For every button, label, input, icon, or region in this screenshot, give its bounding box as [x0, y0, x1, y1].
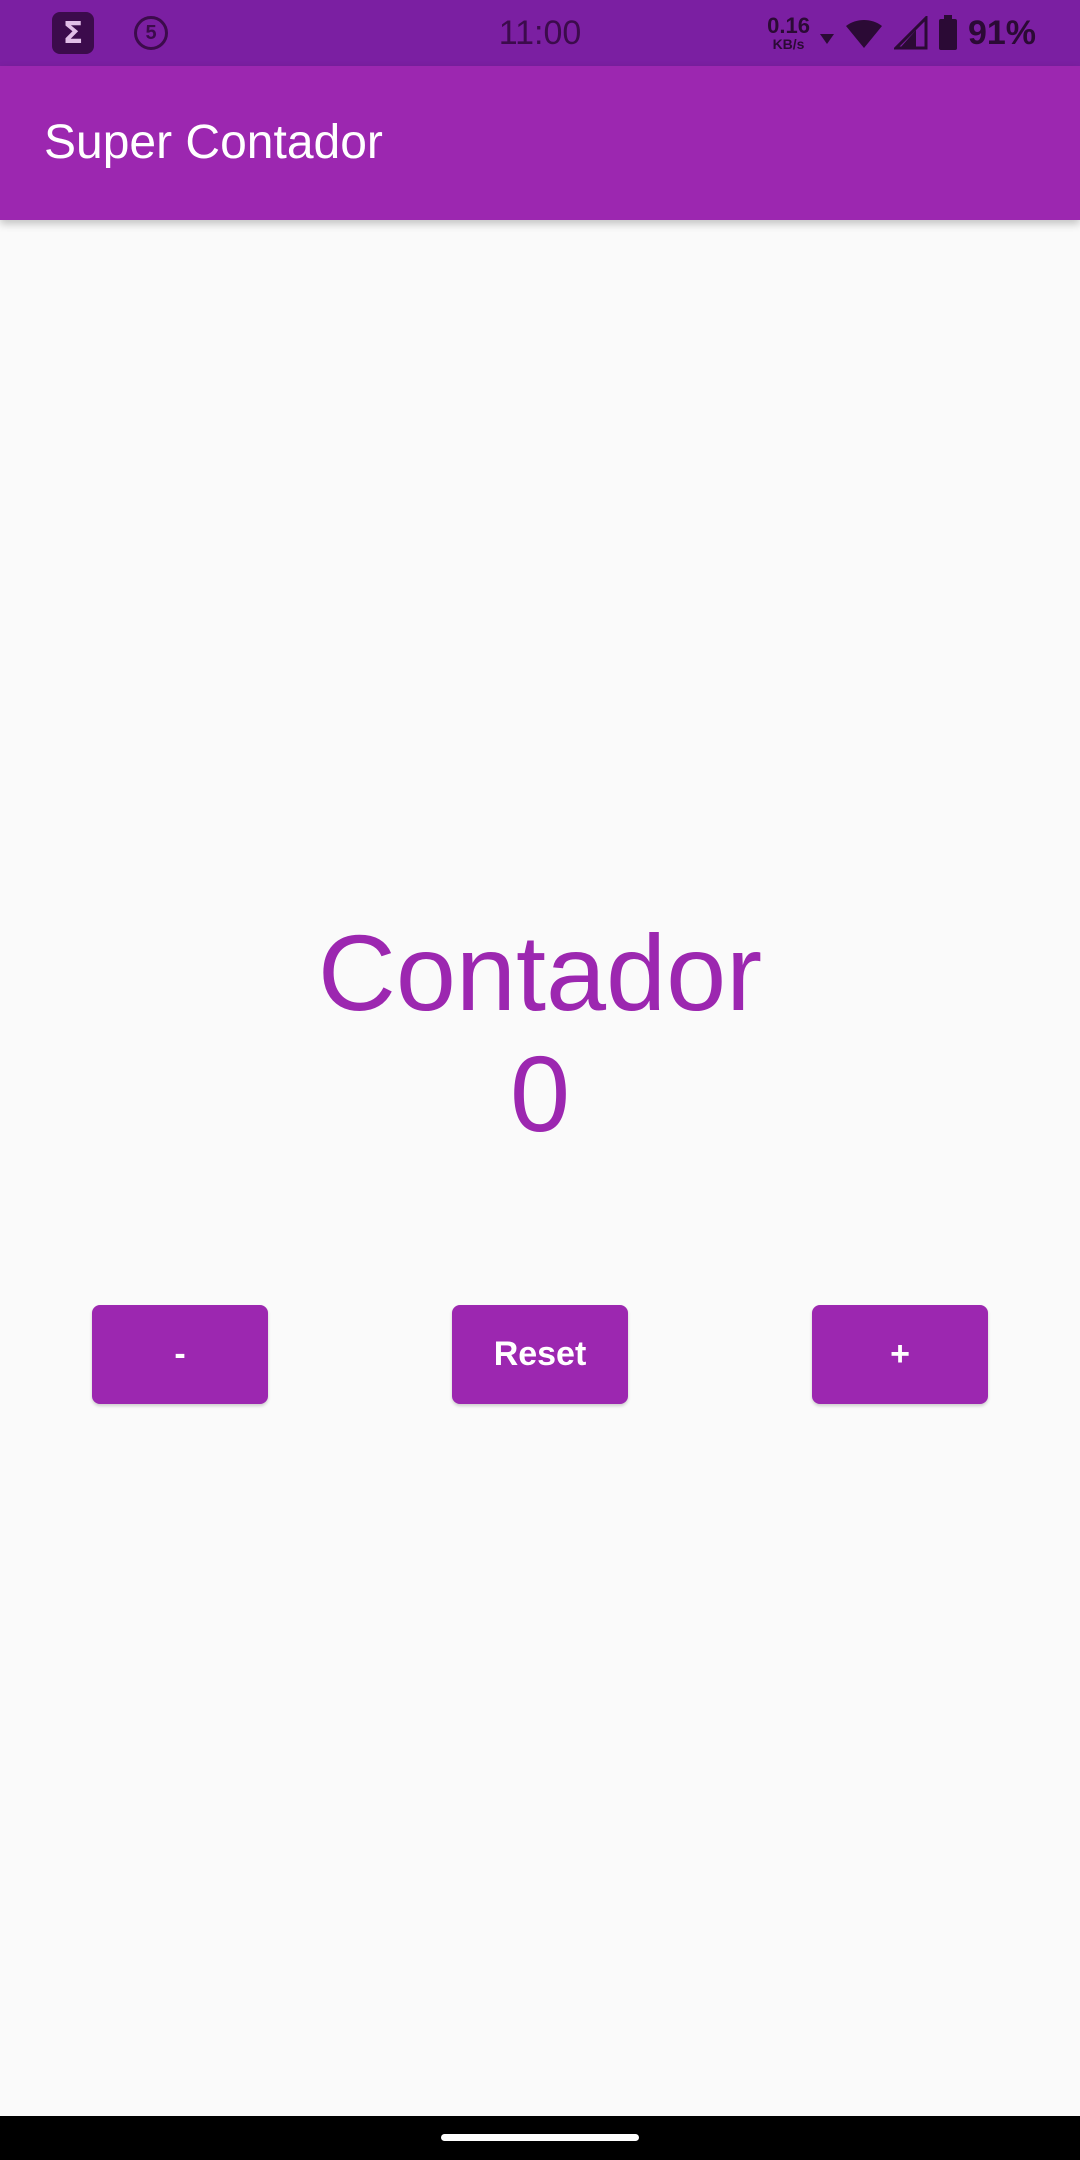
network-speed-value: 0.16	[767, 13, 810, 38]
status-bar: Σ 5 11:00 0.16 KB/s 91%	[0, 0, 1080, 66]
download-arrow-icon	[819, 34, 834, 44]
decrement-button[interactable]: -	[92, 1305, 268, 1404]
network-speed: 0.16 KB/s	[767, 13, 810, 52]
wifi-icon	[845, 20, 882, 48]
counter-value: 0	[509, 1033, 571, 1154]
battery-percent: 91%	[967, 14, 1036, 52]
reset-button[interactable]: Reset	[452, 1305, 628, 1404]
status-right-icons: 0.16 KB/s 91%	[767, 10, 1036, 56]
network-speed-unit: KB/s	[772, 36, 805, 52]
signal-icon	[893, 16, 928, 50]
home-indicator[interactable]	[441, 2134, 639, 2141]
battery-icon	[938, 15, 957, 50]
app-title: Super Contador	[44, 116, 383, 169]
app-bar: Super Contador	[0, 66, 1080, 220]
increment-button[interactable]: +	[812, 1305, 988, 1404]
navigation-bar	[0, 2116, 1080, 2160]
counter-label: Contador	[317, 912, 763, 1033]
